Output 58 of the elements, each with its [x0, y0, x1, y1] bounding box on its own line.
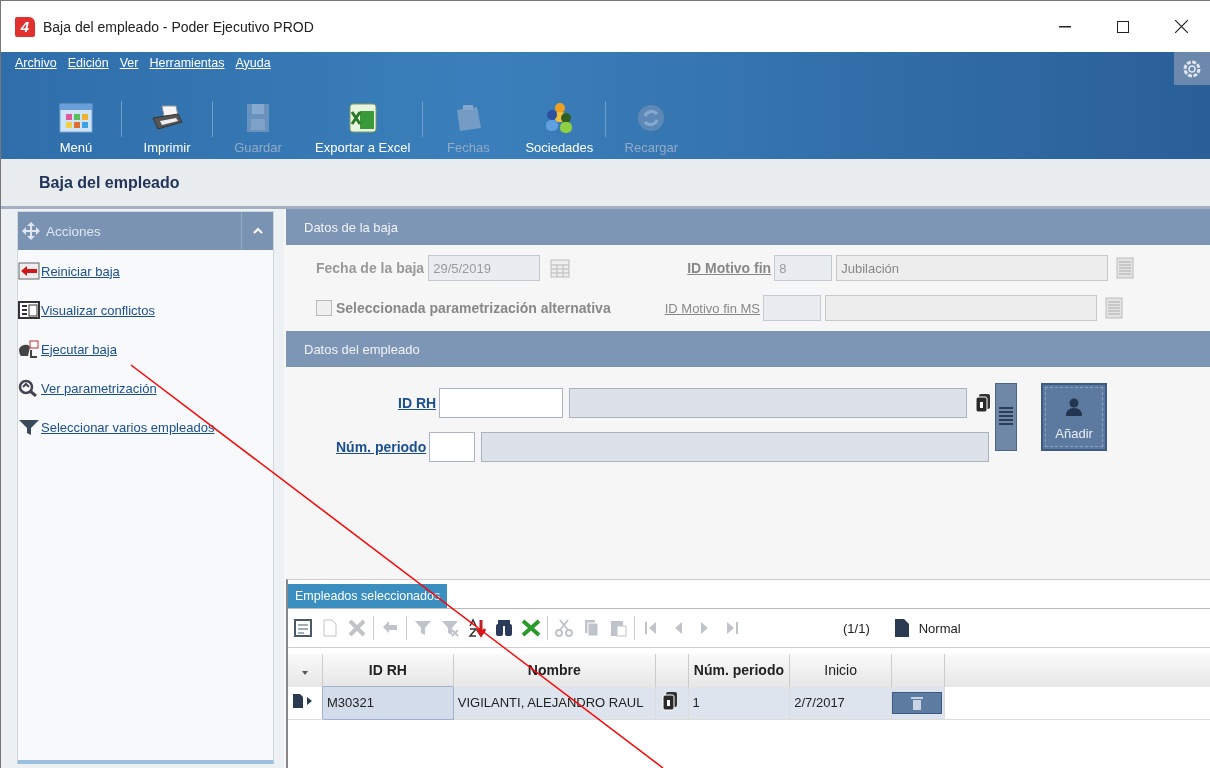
dropdown-icon[interactable]: [301, 671, 308, 676]
caret-icon: [252, 227, 263, 235]
toolbar-button[interactable]: Exportar a Excel: [303, 102, 423, 155]
toolbar-button[interactable]: Sociedades: [513, 102, 606, 155]
view-mode[interactable]: Normal: [918, 620, 961, 636]
close-icon[interactable]: [1174, 20, 1188, 33]
person-icon: [1066, 398, 1083, 416]
menu-item[interactable]: Archivo: [15, 56, 57, 70]
delete-button[interactable]: [892, 691, 943, 714]
settings-icon: [1182, 58, 1202, 79]
form-icon[interactable]: [293, 618, 313, 638]
toolbar-button[interactable]: Menú: [31, 102, 121, 155]
funnel-icon: [18, 418, 40, 436]
table-cell: 2/7/2017: [789, 686, 892, 719]
action-link[interactable]: Seleccionar varios empleados: [41, 419, 215, 435]
action-link[interactable]: Ver parametrización: [41, 380, 157, 396]
column-header[interactable]: Núm. periodo: [688, 654, 790, 687]
action-link[interactable]: Visualizar conflictos: [41, 302, 155, 318]
actions-title: Acciones: [46, 223, 101, 239]
id-card-icon: [975, 393, 992, 413]
sort-icon[interactable]: [467, 618, 487, 638]
settings-button[interactable]: [1174, 52, 1210, 85]
app-logo: 4: [15, 16, 35, 37]
list-icon[interactable]: [1105, 297, 1124, 319]
trash-icon: [911, 695, 924, 710]
move-arrows-icon: [22, 222, 40, 240]
field-link[interactable]: ID RH: [398, 395, 437, 411]
section-title: Datos del empleado: [304, 341, 420, 357]
toolbar-button[interactable]: Imprimir: [122, 102, 212, 155]
excel-export-icon[interactable]: [521, 618, 541, 638]
id-card-icon: [661, 691, 678, 711]
binoculars-icon[interactable]: [494, 618, 514, 638]
field-label: Fecha de la baja: [316, 260, 425, 276]
menu-item[interactable]: Herramientas: [149, 56, 225, 70]
table-cell: M30321: [322, 686, 454, 719]
page-title: Baja del empleado: [39, 173, 180, 192]
menu-item[interactable]: Edición: [67, 56, 109, 70]
action-link[interactable]: Reiniciar baja: [41, 263, 120, 279]
column-header[interactable]: ID RH: [322, 654, 454, 687]
period-field[interactable]: [429, 432, 476, 462]
section-title: Datos de la baja: [304, 219, 398, 235]
action-link[interactable]: Ejecutar baja: [41, 341, 117, 357]
record-counter: (1/1): [843, 620, 870, 636]
window-grid-icon: [59, 102, 93, 134]
field-link[interactable]: Núm. periodo: [336, 439, 427, 455]
document-icon: [894, 619, 909, 637]
list-button[interactable]: [995, 383, 1018, 451]
add-button[interactable]: Añadir: [1041, 383, 1108, 451]
minimize-icon[interactable]: [1059, 25, 1071, 28]
table-cell: 1: [688, 686, 790, 719]
column-header[interactable]: Inicio: [789, 654, 892, 687]
id-field[interactable]: [439, 388, 564, 418]
description-field: Jubilación: [836, 255, 1109, 281]
maximize-icon[interactable]: [1117, 20, 1129, 33]
list-icon[interactable]: [1116, 257, 1135, 279]
menu-item[interactable]: Ayuda: [235, 56, 271, 70]
window-title: Baja del empleado - Poder Ejecutivo PROD: [43, 18, 315, 35]
menu-item[interactable]: Ver: [119, 56, 139, 70]
